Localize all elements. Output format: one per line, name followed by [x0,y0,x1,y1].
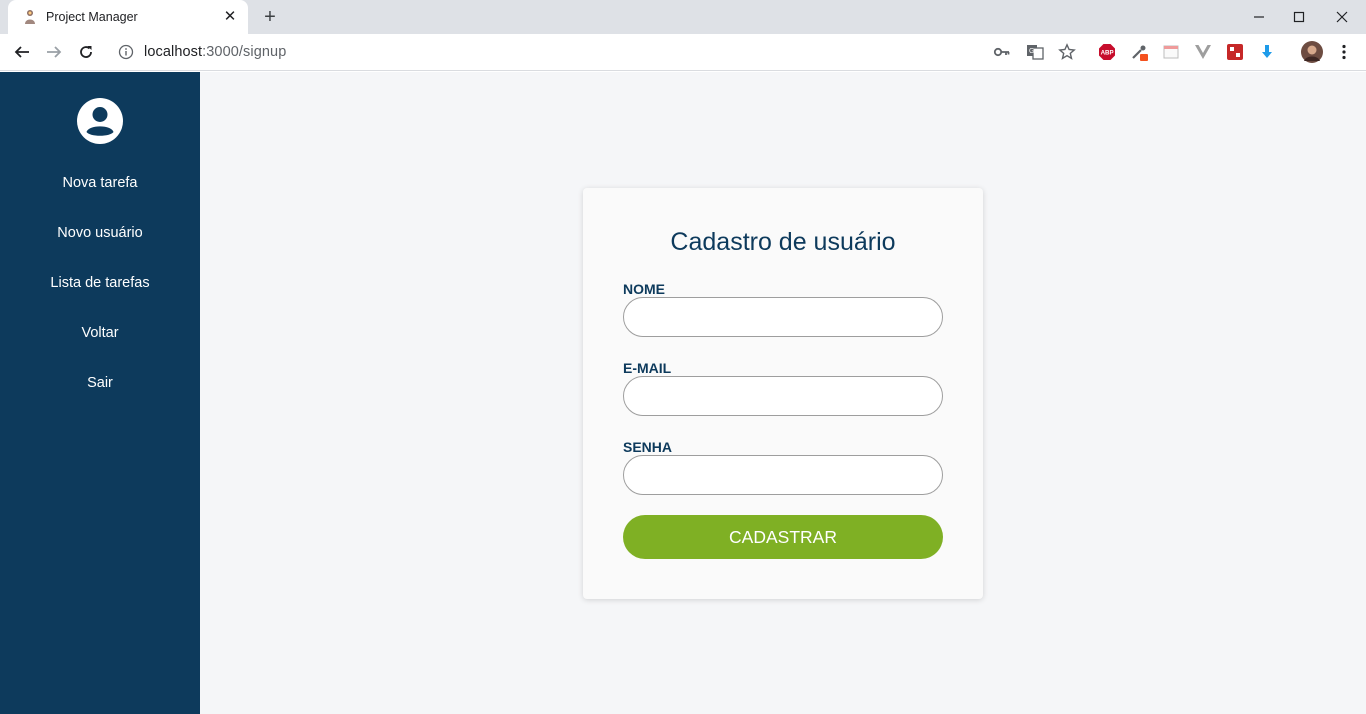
svg-text:G: G [1029,48,1034,55]
maximize-button[interactable] [1279,0,1319,34]
address-bar[interactable]: localhost:3000/signup [110,37,1080,67]
tab-close-icon[interactable]: ✕ [222,9,238,25]
menu-icon[interactable] [1335,43,1353,61]
eyedropper-icon[interactable] [1130,43,1148,61]
name-label: NOME [623,281,665,297]
sidebar-item-voltar[interactable]: Voltar [0,322,200,372]
password-input[interactable] [623,455,943,495]
sidebar-item-sair[interactable]: Sair [0,372,200,422]
key-icon[interactable] [993,43,1011,61]
profile-avatar-icon[interactable] [1301,41,1323,63]
sidebar: Nova tarefa Novo usuário Lista de tarefa… [0,72,200,714]
new-tab-button[interactable]: + [258,5,282,29]
puzzle-icon[interactable] [1226,43,1244,61]
download-icon[interactable] [1258,43,1276,61]
translate-icon[interactable]: G [1026,43,1044,61]
browser-tab[interactable]: Project Manager ✕ [8,0,248,34]
name-input[interactable] [623,297,943,337]
sidebar-nav: Nova tarefa Novo usuário Lista de tarefa… [0,172,200,422]
url-host: localhost [144,44,203,60]
vue-icon[interactable] [1194,43,1212,61]
signup-submit-button[interactable]: CADASTRAR [623,515,943,559]
password-label: SENHA [623,439,673,455]
svg-text:ABP: ABP [1101,50,1114,57]
form-title: Cadastro de usuário [670,228,896,256]
url-text: localhost:3000/signup [144,44,286,60]
close-window-button[interactable] [1322,0,1362,34]
sidebar-item-lista-de-tarefas[interactable]: Lista de tarefas [0,272,200,322]
sidebar-item-nova-tarefa[interactable]: Nova tarefa [0,172,200,222]
email-input[interactable] [623,376,943,416]
email-label: E-MAIL [623,360,672,376]
tab-strip: Project Manager ✕ + [0,0,1366,34]
star-icon[interactable] [1058,43,1076,61]
url-path: :3000/signup [202,44,287,60]
forward-button[interactable] [40,38,68,66]
tab-title: Project Manager [46,10,138,24]
app-viewport: Nova tarefa Novo usuário Lista de tarefa… [0,72,1366,714]
adblock-icon[interactable]: ABP [1098,43,1116,61]
reload-button[interactable] [72,38,100,66]
signup-card: Cadastro de usuário NOME E-MAIL SENHA CA… [583,188,983,599]
tab-favicon-icon [22,9,38,25]
minimize-button[interactable] [1239,0,1279,34]
browser-toolbar: localhost:3000/signup G ABP [0,34,1366,71]
site-info-icon[interactable] [118,44,134,60]
account-circle-icon [76,97,124,145]
back-button[interactable] [8,38,36,66]
sidebar-item-novo-usuario[interactable]: Novo usuário [0,222,200,272]
window-icon[interactable] [1162,43,1180,61]
